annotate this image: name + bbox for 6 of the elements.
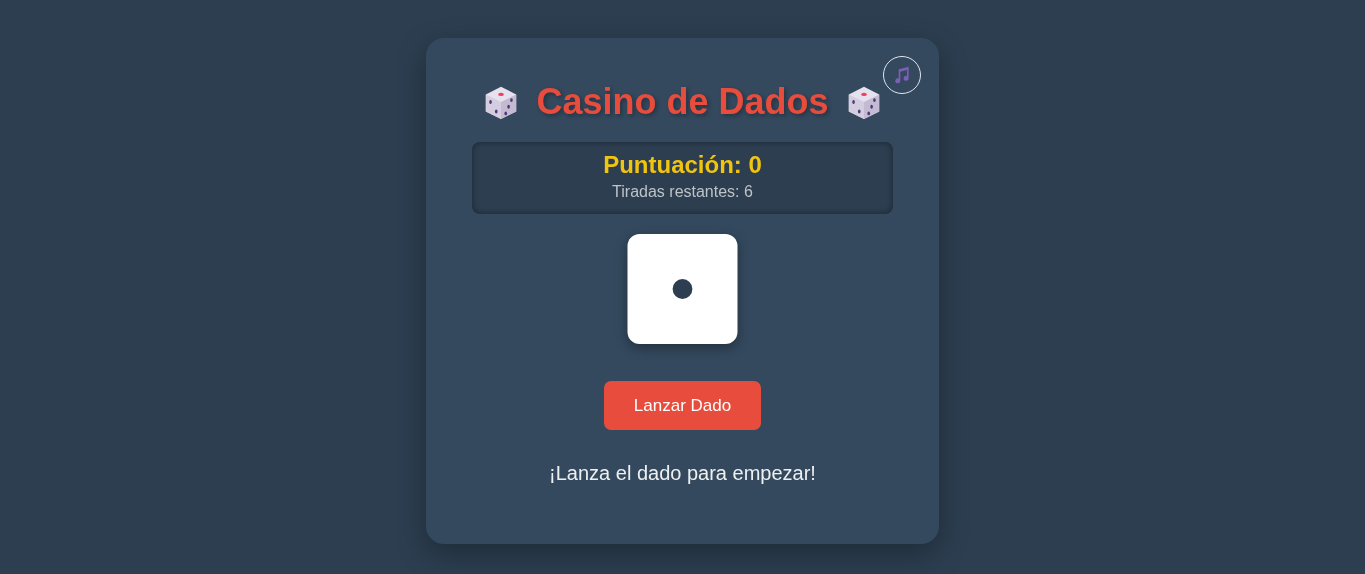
status-message: ¡Lanza el dado para empezar!	[549, 461, 816, 486]
score-text: Puntuación: 0	[603, 150, 762, 180]
roll-button[interactable]: Lanzar Dado	[604, 381, 761, 430]
music-note-icon	[892, 65, 912, 85]
rolls-left-text: Tiradas restantes: 6	[612, 182, 753, 202]
game-title: Casino de Dados	[536, 82, 829, 122]
